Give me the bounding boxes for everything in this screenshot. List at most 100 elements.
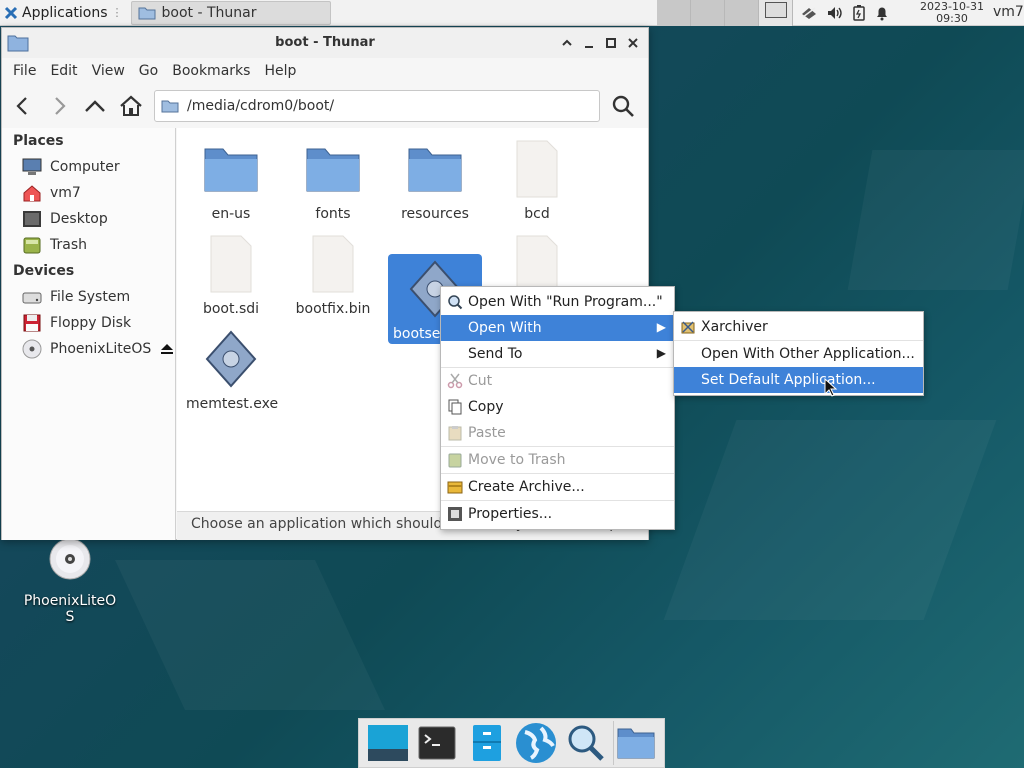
file-item[interactable]: bcd (490, 134, 584, 224)
desktop-icon-phoenixliteos[interactable]: PhoenixLiteO S (20, 537, 120, 625)
menu-item-paste[interactable]: Paste (441, 420, 674, 446)
menu-item-xarchiver[interactable]: Xarchiver (674, 314, 923, 340)
menu-edit[interactable]: Edit (43, 63, 84, 79)
xfce-logo-icon (4, 6, 18, 19)
dock-app-finder[interactable] (564, 721, 608, 765)
menu-go[interactable]: Go (132, 63, 165, 79)
archive-icon (447, 481, 463, 494)
file-item[interactable]: memtest.exe (184, 324, 278, 414)
menu-item-label: Set Default Application... (701, 372, 876, 388)
sidebar-item-computer[interactable]: Computer (2, 154, 175, 180)
sidebar-item-trash[interactable]: Trash (2, 232, 175, 258)
file-item[interactable]: boot.sdi (184, 229, 278, 319)
home-icon (120, 95, 142, 116)
window-titlebar[interactable]: boot - Thunar (2, 28, 648, 58)
sidebar-item-phoenixliteos[interactable]: PhoenixLiteOS (2, 336, 175, 362)
menu-item-open-with-other-application[interactable]: Open With Other Application... (674, 341, 923, 367)
file-item[interactable]: bootfix.bin (286, 229, 380, 319)
menu-item-label: Paste (468, 425, 506, 441)
folder-icon (617, 728, 655, 759)
submenu-arrow-icon: ▶ (656, 346, 666, 360)
sidebar-item-label: Computer (50, 159, 120, 175)
dock-terminal[interactable] (415, 721, 459, 765)
sidebar-item-file-system[interactable]: File System (2, 284, 175, 310)
menu-bookmarks[interactable]: Bookmarks (165, 63, 257, 79)
menu-item-properties[interactable]: Properties... (441, 501, 674, 527)
back-button[interactable] (8, 91, 38, 121)
close-button[interactable] (624, 34, 642, 52)
menu-item-move-to-trash[interactable]: Move to Trash (441, 447, 674, 473)
dock-home-folder[interactable] (613, 721, 657, 765)
blank-file-icon (516, 235, 558, 293)
menu-item-label: Send To (468, 346, 523, 362)
taskbar-window-button[interactable]: boot - Thunar (130, 0, 331, 25)
blank-file-icon (516, 140, 558, 198)
minimize-button[interactable] (580, 34, 598, 52)
open-with-submenu: Xarchiver Open With Other Application...… (673, 311, 924, 396)
file-name: boot.sdi (202, 301, 260, 317)
file-item[interactable]: resources (388, 134, 482, 224)
dock (358, 718, 665, 768)
file-name: bootfix.bin (295, 301, 371, 317)
devices-header: Devices (13, 263, 75, 279)
menu-item-label: Move to Trash (468, 452, 566, 468)
menu-item-copy[interactable]: Copy (441, 394, 674, 420)
folder-icon (161, 100, 179, 113)
sidebar-item-label: Desktop (50, 211, 108, 227)
shade-window-button[interactable] (558, 34, 576, 52)
floppy-icon (23, 314, 41, 332)
network-icon[interactable] (800, 5, 818, 21)
workspace-4[interactable] (759, 0, 793, 26)
workspace-switcher[interactable] (657, 0, 793, 26)
menu-item-set-default-application[interactable]: Set Default Application... (674, 367, 923, 393)
file-item[interactable]: fonts (286, 134, 380, 224)
sidebar-item-label: Floppy Disk (50, 315, 132, 331)
file-name: en-us (211, 206, 251, 222)
menu-help[interactable]: Help (257, 63, 303, 79)
system-tray (800, 0, 890, 26)
dock-web-browser[interactable] (514, 721, 558, 765)
context-menu: Open With "Run Program..." Open With ▶ S… (440, 286, 675, 530)
user-name[interactable]: vm7 (993, 4, 1024, 20)
menu-item-open-with[interactable]: Open With ▶ (441, 315, 674, 341)
menu-item-label: Open With (468, 320, 542, 336)
forward-button[interactable] (44, 91, 74, 121)
wallpaper-shape (847, 150, 1024, 290)
cut-icon (447, 373, 463, 389)
volume-icon[interactable] (826, 5, 844, 21)
clock[interactable]: 2023-10-31 09:30 (913, 0, 991, 26)
menu-item-open-with-run-program[interactable]: Open With "Run Program..." (441, 289, 674, 315)
workspace-3[interactable] (725, 0, 759, 26)
cdrom-icon (22, 339, 42, 359)
workspace-2[interactable] (691, 0, 725, 26)
menu-file[interactable]: File (6, 63, 43, 79)
notification-bell-icon[interactable] (874, 5, 890, 21)
trash-icon (23, 237, 41, 254)
menu-item-send-to[interactable]: Send To ▶ (441, 341, 674, 367)
home-button[interactable] (116, 91, 146, 121)
wallpaper-shape (115, 560, 385, 710)
file-item[interactable]: en-us (184, 134, 278, 224)
applications-menu-button[interactable]: Applications ⋮ (0, 0, 127, 26)
location-bar[interactable]: /media/cdrom0/boot/ (154, 90, 600, 122)
maximize-button[interactable] (602, 34, 620, 52)
sidebar-item-desktop[interactable]: Desktop (2, 206, 175, 232)
menu-item-cut[interactable]: Cut (441, 368, 674, 394)
sidebar-item-floppy-disk[interactable]: Floppy Disk (2, 310, 175, 336)
menu-view[interactable]: View (85, 63, 132, 79)
parent-folder-button[interactable] (80, 91, 110, 121)
eject-icon[interactable] (160, 342, 174, 356)
dock-show-desktop[interactable] (366, 721, 410, 765)
copy-icon (448, 399, 462, 415)
menu-item-create-archive[interactable]: Create Archive... (441, 474, 674, 500)
search-button[interactable] (608, 91, 638, 121)
sidebar-item-label: Trash (50, 237, 87, 253)
sidebar-item-vm7[interactable]: vm7 (2, 180, 175, 206)
back-arrow-icon (16, 97, 27, 115)
battery-icon[interactable] (852, 5, 866, 21)
maximize-icon (606, 38, 616, 48)
blank-file-icon (210, 235, 252, 293)
dock-file-manager-cabinet[interactable] (465, 721, 509, 765)
workspace-1[interactable] (657, 0, 691, 26)
close-icon (628, 38, 638, 48)
